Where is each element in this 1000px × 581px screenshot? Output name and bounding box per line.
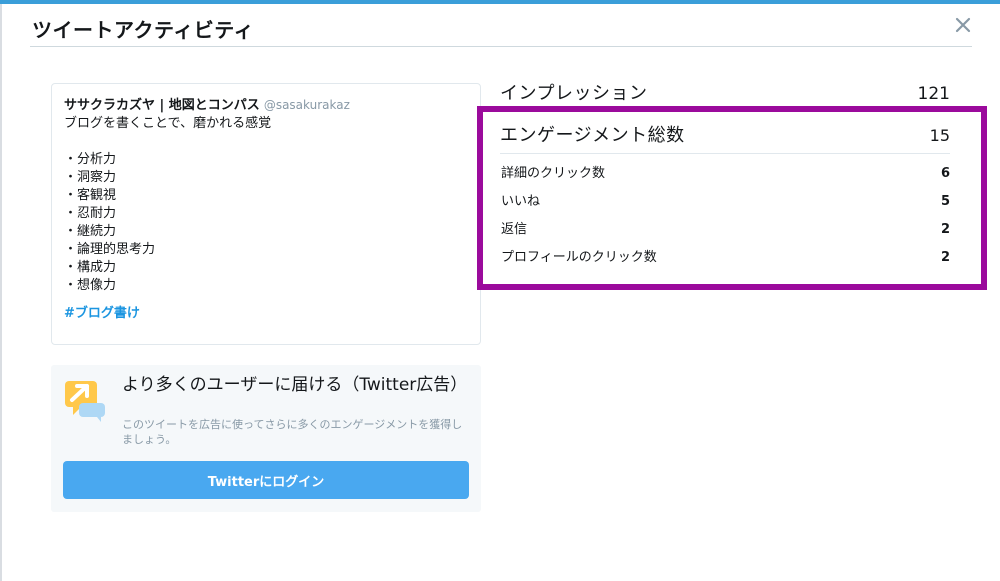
tweet-text-line: ブログを書くことで、磨かれる感覚 — [64, 116, 272, 131]
breakdown-label: 詳細のクリック数 — [501, 166, 606, 181]
profile-clicks-row: プロフィールのクリック数 2 — [501, 246, 950, 265]
engagements-row: エンゲージメント総数 15 — [500, 121, 950, 147]
tweet-text-line: ・論理的思考力 — [64, 242, 156, 257]
tweet-text-line: ・客観視 — [64, 188, 117, 203]
engagements-label: エンゲージメント総数 — [500, 125, 685, 146]
tweet-text-line: ・忍耐力 — [64, 206, 117, 221]
likes-row: いいね 5 — [501, 190, 950, 209]
breakdown-label: プロフィールのクリック数 — [501, 250, 657, 265]
impressions-label: インプレッション — [500, 83, 648, 104]
breakdown-value: 2 — [940, 250, 950, 265]
tweet-text-line: ・洞察力 — [64, 170, 117, 185]
breakdown-label: いいね — [501, 194, 541, 209]
twitter-login-button[interactable]: Twitterにログイン — [63, 461, 469, 499]
left-edge — [0, 4, 2, 581]
engagements-value: 15 — [929, 126, 950, 145]
close-button[interactable] — [950, 12, 976, 38]
tweet-hashtag-link[interactable]: #ブログ書け — [64, 305, 140, 323]
header-divider — [30, 46, 972, 47]
tweet-author-handle[interactable]: @sasakurakaz — [264, 98, 350, 112]
impressions-value: 121 — [917, 84, 950, 104]
tweet-text-line: ・継続力 — [64, 224, 117, 239]
breakdown-label: 返信 — [501, 222, 528, 237]
replies-row: 返信 2 — [501, 218, 950, 237]
promo-title: より多くのユーザーに届ける（Twitter広告） — [122, 375, 468, 395]
tweet-header: ササクラカズヤ | 地図とコンパス @sasakurakaz — [64, 96, 468, 115]
tweet-preview-card: ササクラカズヤ | 地図とコンパス @sasakurakaz ブログを書くことで、… — [51, 83, 481, 345]
dialog-title: ツイートアクティビティ — [32, 18, 255, 42]
impressions-row: インプレッション 121 — [500, 79, 950, 105]
tweet-text-line — [64, 133, 468, 151]
close-icon[interactable] — [955, 17, 971, 33]
engagements-divider — [500, 153, 950, 154]
tweet-author-name[interactable]: ササクラカズヤ | 地図とコンパス — [64, 98, 260, 113]
tweet-text-line: ・分析力 — [64, 152, 117, 167]
tweet-text-line: ・構成力 — [64, 260, 117, 275]
promo-description: このツイートを広告に使ってさらに多くのエンゲージメントを獲得しましょう。 — [122, 418, 463, 446]
breakdown-value: 5 — [940, 194, 950, 209]
promote-arrow-icon — [65, 381, 105, 422]
detail-clicks-row: 詳細のクリック数 6 — [501, 162, 950, 181]
tweet-text-line: ・想像力 — [64, 278, 117, 293]
top-accent-bar — [0, 0, 1000, 4]
breakdown-value: 2 — [940, 222, 950, 237]
breakdown-value: 6 — [940, 166, 950, 181]
promote-tweet-panel: より多くのユーザーに届ける（Twitter広告） このツイートを広告に使ってさら… — [51, 365, 481, 512]
